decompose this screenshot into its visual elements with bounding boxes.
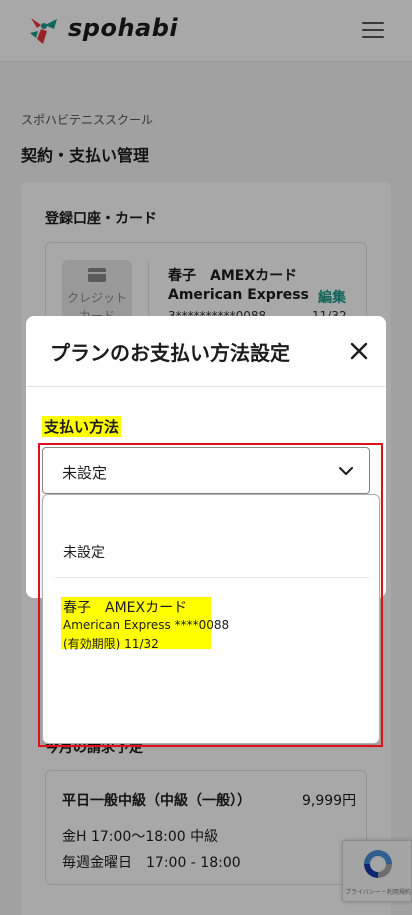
option-card-name[interactable]: 春子 AMEXカード [63, 597, 187, 617]
option-card-expiry[interactable]: (有効期限) 11/32 [63, 635, 159, 652]
option-card-brand[interactable]: American Express ****0088 [63, 618, 229, 632]
option-divider [55, 577, 369, 578]
modal-divider [26, 386, 386, 387]
option-unset[interactable]: 未設定 [63, 542, 105, 562]
close-icon[interactable] [346, 338, 372, 364]
payment-method-label: 支払い方法 [42, 416, 122, 437]
payment-method-selected-value[interactable]: 未設定 [62, 462, 107, 483]
chevron-down-icon[interactable] [338, 464, 354, 478]
modal-title: プランのお支払い方法設定 [50, 341, 290, 365]
